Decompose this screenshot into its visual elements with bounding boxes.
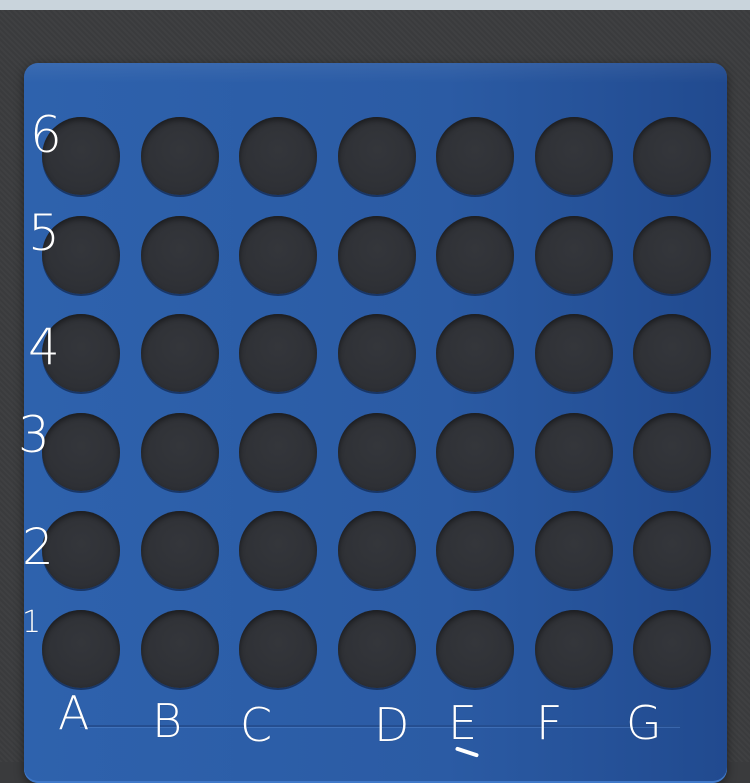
board-slot-a3[interactable] [42,412,120,491]
board-slot-b2[interactable] [140,511,219,590]
board-slot-e6[interactable] [436,117,514,195]
column-label-b: B [152,694,183,748]
row-label-2: 2 [22,518,54,576]
board-slot-f3[interactable] [534,412,613,491]
board-slot-b5[interactable] [140,215,219,294]
board-slot-f6[interactable] [534,117,613,195]
column-label-f: F [536,696,563,750]
board-slot-c1[interactable] [239,610,317,688]
board-slot-g6[interactable] [633,117,711,195]
board-slot-f5[interactable] [534,215,613,294]
game-board [24,63,727,783]
column-label-e: E [448,696,478,750]
column-label-d: D [374,698,410,752]
board-slot-d3[interactable] [337,412,416,491]
board-slot-c5[interactable] [239,215,317,294]
board-slot-g2[interactable] [633,511,711,590]
row-label-5: 5 [28,204,60,262]
board-slot-g3[interactable] [633,412,711,491]
board-slot-b3[interactable] [140,412,219,491]
board-slot-b4[interactable] [140,314,219,393]
column-label-c: C [240,698,273,752]
board-slot-e5[interactable] [436,215,514,294]
row-label-4: 4 [28,318,60,376]
board-slot-e3[interactable] [436,412,514,491]
board-slot-f2[interactable] [534,511,613,590]
column-label-a: A [58,686,90,740]
board-slot-c6[interactable] [239,117,317,195]
row-label-3: 3 [18,406,50,464]
board-slot-g4[interactable] [633,314,711,393]
board-slot-d6[interactable] [337,117,416,195]
board-slot-g1[interactable] [633,610,711,688]
board-slot-f1[interactable] [534,610,613,688]
row-label-1: 1 [22,605,42,640]
board-slot-f4[interactable] [534,314,613,393]
board-slot-c4[interactable] [239,314,317,393]
board-slot-b6[interactable] [140,117,219,195]
board-slot-d5[interactable] [337,215,416,294]
board-slot-a1[interactable] [42,610,120,688]
board-slot-e4[interactable] [436,314,514,393]
board-slot-d1[interactable] [337,610,416,688]
column-label-g: G [626,696,662,750]
board-slot-e2[interactable] [436,511,514,590]
board-slot-c3[interactable] [239,412,317,491]
board-slot-d2[interactable] [337,511,416,590]
board-slot-c2[interactable] [239,511,317,590]
row-label-6: 6 [30,106,62,164]
board-slot-g5[interactable] [633,215,711,294]
board-slot-b1[interactable] [140,610,219,688]
board-slot-d4[interactable] [337,314,416,393]
board-slot-e1[interactable] [436,610,514,688]
